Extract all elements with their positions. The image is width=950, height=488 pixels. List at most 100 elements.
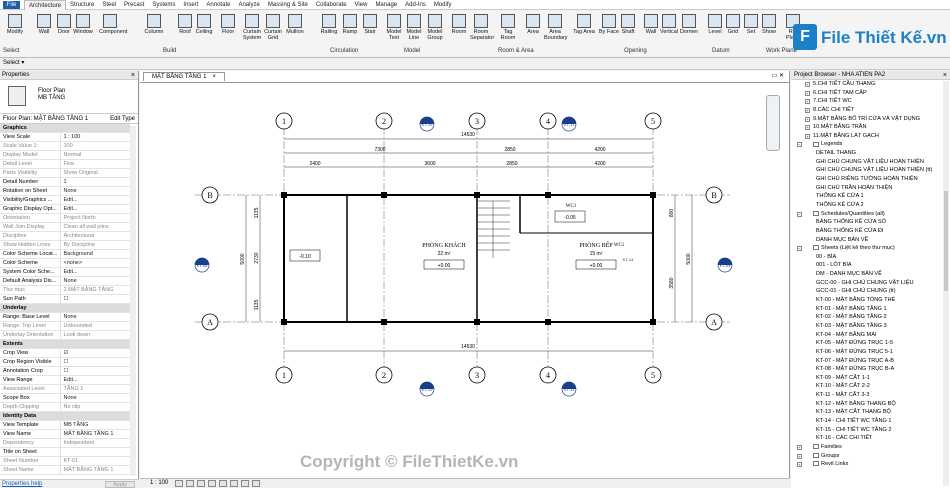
ribbon-button-mullion[interactable]: Mullion (284, 12, 306, 46)
ribbon-tab[interactable]: Architecture (24, 0, 67, 10)
expand-icon[interactable]: + (805, 82, 810, 87)
property-value[interactable]: ☑ (59, 348, 130, 358)
close-icon[interactable]: × (943, 71, 947, 80)
browser-item[interactable]: +5.CHI TIẾT CẦU THANG (791, 80, 950, 89)
ribbon-button-modify[interactable]: Modify (4, 12, 26, 46)
property-row[interactable]: Extents (0, 339, 130, 349)
browser-item[interactable]: +9.MẶT BẰNG BỐ TRÍ CỬA VÀ VẬT DỤNG (791, 115, 950, 124)
expand-icon[interactable]: + (805, 116, 810, 122)
property-row[interactable]: Title on Sheet (0, 447, 130, 457)
browser-item[interactable]: KT-06 - MẶT ĐỨNG TRỤC 5-1 (791, 348, 950, 357)
property-row[interactable]: Detail Level Fine (0, 159, 130, 169)
property-row[interactable]: Wall Join Display Clean all wall joins (0, 222, 130, 232)
property-value[interactable]: Edit... (59, 267, 130, 277)
ribbon-button-ramp[interactable]: Ramp (339, 12, 361, 46)
ribbon-button-component[interactable]: Component (99, 12, 127, 46)
property-row[interactable]: Scope Box None (0, 393, 130, 403)
browser-group[interactable]: + Groups (791, 452, 950, 461)
ribbon-tab[interactable]: Analyze (234, 0, 263, 10)
property-row[interactable]: Annotation Crop ☐ (0, 366, 130, 376)
properties-help-link[interactable]: Properties help (2, 481, 42, 487)
browser-item[interactable]: KT-03 - MẶT BẰNG TẦNG 3 (791, 322, 950, 331)
browser-item[interactable]: GHI CHÚ RIÊNG TƯỜNG HOÀN THIỆN (791, 175, 950, 184)
ribbon-button-window[interactable]: Window (72, 12, 94, 46)
expand-icon[interactable]: + (805, 107, 810, 113)
ribbon-tab[interactable]: Add-Ins (401, 0, 430, 10)
browser-item[interactable]: KT-12 - MẶT BẰNG THANG BỘ (791, 400, 950, 409)
property-row[interactable]: Crop Region Visible ☐ (0, 357, 130, 367)
ribbon-tab[interactable]: Structure (66, 0, 98, 10)
property-value[interactable]: ☐ (59, 294, 130, 304)
browser-item[interactable]: THỐNG KÊ CỬA 1 (791, 192, 950, 201)
ribbon-button-area-boundary[interactable]: Area Boundary (544, 12, 568, 46)
browser-item[interactable]: KT-02 - MẶT BẰNG TẦNG 2 (791, 313, 950, 322)
browser-scroll-thumb[interactable] (944, 191, 948, 291)
ribbon-button-column[interactable]: Column (143, 12, 165, 46)
property-value[interactable]: 1 (59, 177, 130, 187)
shadows-icon[interactable] (208, 480, 216, 487)
property-row[interactable]: Dependency Independent (0, 438, 130, 448)
property-row[interactable]: Visibility/Graphics ... Edit... (0, 195, 130, 205)
property-section-header[interactable]: Underlay (0, 303, 130, 313)
ribbon-button-wall[interactable]: Wall (33, 12, 55, 46)
browser-item[interactable]: KT-15 - CHI TIẾT WC TẦNG 2 (791, 426, 950, 435)
edit-type-button[interactable]: Edit Type (110, 114, 135, 124)
ribbon-tab[interactable]: Modify (430, 0, 456, 10)
property-row[interactable]: View Range Edit... (0, 375, 130, 385)
property-value[interactable]: None (59, 312, 130, 322)
instance-selector[interactable]: Floor Plan: MẶT BẰNG TẦNG 1 Edit Type (0, 114, 138, 124)
browser-group[interactable]: − Sheets (Liệt kê theo thư mục) (791, 244, 950, 253)
property-row[interactable]: Color Scheme Locat... Background (0, 249, 130, 259)
property-row[interactable]: Thư mục 2.MẶT BẰNG TẦNG (0, 285, 130, 295)
crop-icon[interactable] (219, 480, 227, 487)
ribbon-button-curtain-system[interactable]: Curtain System (241, 12, 263, 46)
ribbon-button-shaft[interactable]: Shaft (617, 12, 639, 46)
browser-item[interactable]: BẢNG THỐNG KÊ CỬA ĐI (791, 227, 950, 236)
browser-item[interactable]: KT-08 - MẶT ĐỨNG TRỤC B-A (791, 365, 950, 374)
property-row[interactable]: Color Scheme <none> (0, 258, 130, 268)
ribbon-tab[interactable]: Massing & Site (264, 0, 312, 10)
ribbon-button-model-group[interactable]: Model Group (424, 12, 446, 46)
ribbon-button-room-separator[interactable]: Room Separator (470, 12, 494, 46)
floor-plan-drawing[interactable]: 1 1 2 2 3 3 4 4 5 5 B B A A 14530 14530 7300 2850 4200 2400… (140, 83, 790, 478)
close-tab-icon[interactable]: × (212, 74, 216, 80)
property-value[interactable]: Edit... (59, 204, 130, 214)
browser-group[interactable]: + Revit Links (791, 460, 950, 469)
property-value[interactable]: 1 : 100 (59, 132, 130, 142)
property-row[interactable]: System Color Sche... Edit... (0, 267, 130, 277)
browser-item[interactable]: KT-11 - MẶT CẮT 3-3 (791, 391, 950, 400)
browser-item[interactable]: KT-00 - MẶT BẰNG TỔNG THỂ (791, 296, 950, 305)
property-value[interactable]: ☐ (59, 357, 130, 367)
expand-icon[interactable]: − (797, 142, 802, 148)
ribbon-button-railing[interactable]: Railing (318, 12, 340, 46)
property-row[interactable]: View Scale 1 : 100 (0, 132, 130, 142)
property-row[interactable]: Parts Visibility Show Original (0, 168, 130, 178)
browser-item[interactable]: KT-05 - MẶT ĐỨNG TRỤC 1-5 (791, 339, 950, 348)
property-section-header[interactable]: Extents (0, 339, 130, 349)
crop-visible-icon[interactable] (230, 480, 238, 487)
ribbon-button-room[interactable]: Room (448, 12, 470, 46)
visual-style-icon[interactable] (186, 480, 194, 487)
browser-group[interactable]: + Families (791, 443, 950, 452)
browser-item[interactable]: GCC-01 - GHI CHÚ CHUNG (tt) (791, 287, 950, 296)
property-row[interactable]: Display Model Normal (0, 150, 130, 160)
browser-item[interactable]: KT-16 - CÁC CHI TIẾT (791, 434, 950, 443)
browser-item[interactable]: +10.MẶT BẰNG TRẦN (791, 123, 950, 132)
property-value[interactable]: None (59, 276, 130, 286)
ribbon-button-model-line[interactable]: Model Line (403, 12, 425, 46)
ribbon-tab[interactable]: Insert (179, 0, 202, 10)
browser-item[interactable]: BẢNG THỐNG KÊ CỬA SỔ (791, 218, 950, 227)
property-value[interactable] (59, 447, 130, 457)
ribbon-button-curtain-grid[interactable]: Curtain Grid (262, 12, 284, 46)
browser-item[interactable]: DM - DANH MỤC BẢN VẼ (791, 270, 950, 279)
drawing-canvas[interactable]: 1 1 2 2 3 3 4 4 5 5 B B A A 14530 14530 7300 2850 4200 2400… (140, 82, 790, 477)
expand-icon[interactable]: + (797, 444, 802, 450)
ribbon-button-show[interactable]: Show (758, 12, 780, 46)
sun-path-icon[interactable] (197, 480, 205, 487)
property-row[interactable]: Detail Number 1 (0, 177, 130, 187)
browser-item[interactable]: +6.CHI TIẾT TAM CẤP (791, 89, 950, 98)
property-row[interactable]: Graphics (0, 124, 130, 133)
expand-icon[interactable]: + (805, 99, 810, 105)
property-value[interactable]: ☐ (59, 366, 130, 376)
ribbon-tab[interactable]: View (351, 0, 372, 10)
